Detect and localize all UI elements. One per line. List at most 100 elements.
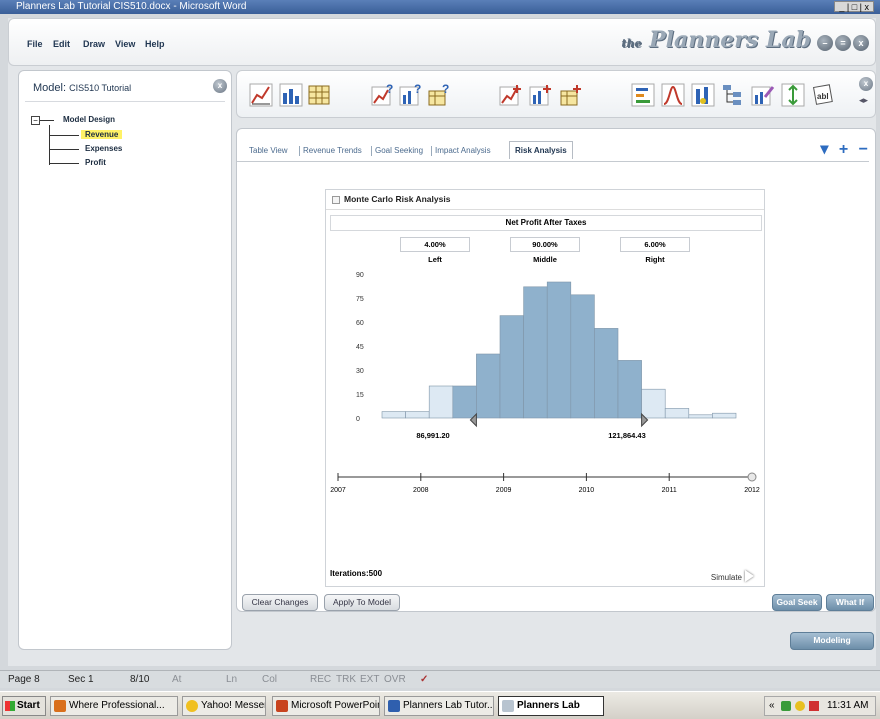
task-label: Microsoft PowerPoint (291, 700, 380, 711)
apply-to-model-button[interactable]: Apply To Model (324, 594, 400, 611)
status-section: Sec 1 (68, 674, 94, 685)
impact-bar-icon[interactable] (529, 83, 553, 107)
bar-chart-icon[interactable] (279, 83, 303, 107)
tab-impact-analysis[interactable]: Impact Analysis (435, 143, 491, 159)
spelling-icon[interactable]: ✓ (420, 674, 428, 685)
status-ovr[interactable]: OVR (384, 674, 406, 685)
monte-carlo-title: Monte Carlo Risk Analysis (344, 194, 451, 204)
task-label: Where Professional... (69, 700, 165, 711)
status-trk[interactable]: TRK (336, 674, 356, 685)
task-planners-lab-tutorial[interactable]: Planners Lab Tutor... (384, 696, 494, 716)
clear-changes-button[interactable]: Clear Changes (242, 594, 318, 611)
x-tick-label: 2007 (330, 487, 346, 494)
planners-lab-logo: the Planners Lab (621, 27, 811, 53)
line-chart-icon[interactable] (249, 83, 273, 107)
window-controls[interactable]: _ | □ | x (834, 1, 874, 12)
menu-draw[interactable]: Draw (83, 39, 105, 49)
system-tray: « 11:31 AM (764, 696, 876, 716)
histogram-bar (428, 385, 454, 419)
divider (326, 209, 764, 210)
tree-item-profit[interactable]: Profit (85, 158, 106, 167)
menu-bar: File Edit Draw View Help the Planners La… (8, 18, 876, 66)
x-tick-label: 2009 (496, 487, 512, 494)
logo-prefix: the (621, 37, 642, 50)
table-icon[interactable] (307, 83, 331, 107)
status-ext[interactable]: EXT (360, 674, 379, 685)
close-icon[interactable]: x (853, 35, 869, 51)
move-chart-icon[interactable] (781, 83, 805, 107)
monte-carlo-panel: Monte Carlo Risk Analysis Net Profit Aft… (325, 189, 765, 587)
tree-connector (40, 120, 54, 121)
slider-handle[interactable] (747, 472, 757, 482)
model-panel: Model: CIS510 Tutorial x − Model Design … (18, 70, 232, 650)
task-yahoo-messenger[interactable]: Yahoo! Messenger (182, 696, 266, 716)
toolbar-close-icon[interactable]: x (859, 77, 873, 91)
toolbar-scroll-icon[interactable]: ◂▸ (859, 95, 868, 106)
tree-root-model-design[interactable]: Model Design (63, 115, 115, 124)
iterations-count: Iterations:500 (330, 569, 383, 578)
status-page: Page 8 (8, 674, 40, 685)
tab-risk-analysis[interactable]: Risk Analysis (509, 141, 573, 159)
task-planners-lab[interactable]: Planners Lab (498, 696, 604, 716)
menu-help[interactable]: Help (145, 39, 165, 49)
label-icon[interactable]: abl (811, 83, 835, 107)
y-tick-label: 60 (356, 320, 364, 327)
tab-goal-seeking[interactable]: Goal Seeking (375, 143, 423, 159)
modeling-button[interactable]: Modeling (790, 632, 874, 650)
menu-edit[interactable]: Edit (53, 39, 70, 49)
task-powerpoint[interactable]: Microsoft PowerPoint (272, 696, 380, 716)
tab-revenue-trends[interactable]: Revenue Trends (303, 143, 362, 159)
what-if-button[interactable]: What If (826, 594, 874, 611)
status-rec[interactable]: REC (310, 674, 331, 685)
bar-alert-icon[interactable] (691, 83, 715, 107)
lower-bound-value: 86,991.20 (416, 431, 449, 440)
tree-item-expenses[interactable]: Expenses (85, 144, 122, 153)
word-icon (388, 700, 400, 712)
edit-chart-icon[interactable] (751, 83, 775, 107)
hierarchy-icon[interactable] (721, 83, 745, 107)
y-tick-label: 75 (356, 296, 364, 303)
year-slider[interactable]: 2007 2008 2009 2010 2011 2012 (330, 472, 760, 494)
security-icon[interactable] (809, 701, 819, 711)
goal-seek-line-icon[interactable]: ? (371, 83, 395, 107)
tree-connector (49, 163, 79, 164)
middle-label: Middle (533, 255, 557, 264)
tab-separator (299, 146, 300, 156)
menu-view[interactable]: View (115, 39, 135, 49)
messenger-tray-icon[interactable] (795, 701, 805, 711)
tray-expand-icon[interactable]: « (769, 697, 775, 715)
right-label: Right (645, 255, 665, 264)
left-percent-box[interactable]: 4.00% (400, 237, 470, 252)
tab-table-view[interactable]: Table View (249, 143, 288, 159)
monte-carlo-checkbox[interactable] (332, 196, 340, 204)
impact-table-icon[interactable] (559, 83, 583, 107)
maximize-icon[interactable]: = (835, 35, 851, 51)
simulate-button[interactable]: Simulate (711, 568, 754, 582)
start-button[interactable]: Start (2, 696, 46, 716)
svg-text:abl: abl (817, 92, 829, 101)
menu-file[interactable]: File (27, 39, 43, 49)
impact-line-icon[interactable] (499, 83, 523, 107)
tree-collapse-icon[interactable]: − (31, 116, 40, 125)
histogram-bar (664, 408, 690, 419)
upper-bound-value: 121,864.43 (608, 431, 646, 440)
tab-controls[interactable]: ▾ + − (820, 139, 871, 159)
histogram-bar (523, 286, 548, 419)
middle-percent-box[interactable]: 90.00% (510, 237, 580, 252)
goal-seek-table-icon[interactable]: ? (427, 83, 451, 107)
model-name: CIS510 Tutorial (69, 83, 132, 93)
minimize-icon[interactable]: – (817, 35, 833, 51)
goal-seek-button[interactable]: Goal Seek (772, 594, 822, 611)
chart-toolbar: ? ? ? abl x ◂▸ (236, 70, 876, 118)
goal-seek-bar-icon[interactable]: ? (399, 83, 423, 107)
status-ln: Ln (226, 674, 238, 685)
model-close-icon[interactable]: x (213, 79, 227, 93)
x-tick-label: 2011 (662, 487, 677, 494)
network-icon[interactable] (781, 701, 791, 711)
right-percent-box[interactable]: 6.00% (620, 237, 690, 252)
task-where-professional[interactable]: Where Professional... (50, 696, 178, 716)
histogram-bar (688, 414, 713, 419)
tree-item-revenue[interactable]: Revenue (81, 130, 123, 139)
risk-chart-icon[interactable] (661, 83, 685, 107)
grid-chart-icon[interactable] (631, 83, 655, 107)
